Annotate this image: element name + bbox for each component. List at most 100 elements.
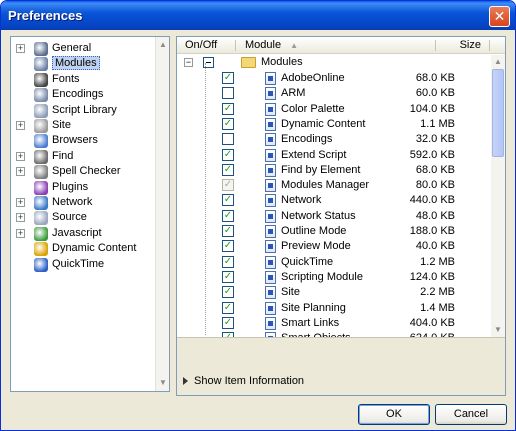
scroll-down-icon[interactable]: ▼ — [492, 324, 504, 336]
module-row[interactable]: ARM 60.0 KB — [177, 86, 491, 101]
category-label: Modules — [52, 56, 100, 71]
window-title: Preferences — [8, 8, 83, 23]
close-button[interactable]: ✕ — [489, 6, 510, 27]
module-scrollbar[interactable]: ▲ ▼ — [491, 55, 505, 337]
module-icon — [265, 87, 276, 101]
module-icon — [265, 270, 276, 284]
expand-icon[interactable]: + — [16, 167, 25, 177]
module-name: Encodings — [281, 133, 333, 146]
category-item[interactable]: + Javascript — [11, 226, 156, 242]
module-checkbox[interactable]: ✓ — [222, 209, 234, 222]
module-icon — [265, 148, 276, 162]
module-checkbox[interactable]: ✓ — [222, 163, 234, 176]
category-label: Encodings — [52, 88, 104, 101]
module-row[interactable]: ✓ Scripting Module 124.0 KB — [177, 270, 491, 285]
fonts-icon — [34, 72, 48, 87]
module-size: 124.0 KB — [409, 270, 455, 283]
module-icon — [265, 194, 276, 208]
module-row[interactable]: ✓ Network Status 48.0 KB — [177, 209, 491, 224]
scroll-down-icon[interactable]: ▼ — [157, 377, 169, 389]
module-checkbox[interactable] — [222, 87, 234, 100]
module-icon — [265, 72, 276, 85]
module-icon — [265, 209, 276, 223]
scroll-thumb[interactable] — [492, 69, 504, 157]
module-checkbox[interactable]: ✓ — [222, 194, 234, 207]
category-item[interactable]: Plugins — [11, 180, 156, 196]
column-onoff[interactable]: On/Off — [185, 39, 217, 51]
expand-icon[interactable]: + — [16, 213, 25, 223]
scroll-up-icon[interactable]: ▲ — [492, 56, 504, 68]
module-row[interactable]: ✓ Network 440.0 KB — [177, 193, 491, 208]
expand-icon[interactable]: + — [16, 228, 25, 238]
module-row[interactable]: ✓ Outline Mode 188.0 KB — [177, 224, 491, 239]
sort-ascending-icon: ▲ — [290, 41, 299, 50]
module-checkbox[interactable]: ✓ — [222, 240, 234, 253]
category-label: Site — [52, 119, 71, 131]
module-checkbox[interactable]: ✓ — [222, 117, 234, 130]
show-item-information-toggle[interactable]: Show Item Information — [183, 375, 304, 387]
module-checkbox[interactable]: ✓ — [222, 286, 234, 299]
category-item[interactable]: Encodings — [11, 87, 156, 103]
scroll-up-icon[interactable]: ▲ — [157, 39, 169, 51]
category-item[interactable]: Modules — [11, 56, 156, 72]
module-icon — [265, 240, 276, 254]
column-module[interactable]: Module ▲ — [245, 39, 298, 51]
dialog-body: + General Modules Fonts Encodings Script Libr… — [4, 30, 512, 428]
category-item[interactable]: + Site — [11, 118, 156, 134]
module-row[interactable]: ✓ Find by Element 68.0 KB — [177, 163, 491, 178]
expand-icon[interactable]: + — [16, 44, 25, 53]
category-item[interactable]: + Find — [11, 149, 156, 165]
column-size[interactable]: Size — [460, 39, 481, 51]
module-row[interactable]: ✓ Site Planning 1.4 MB — [177, 301, 491, 316]
module-name: Color Palette — [281, 102, 345, 115]
module-icon — [265, 117, 276, 131]
module-icon — [265, 301, 276, 315]
category-item[interactable]: + Network — [11, 195, 156, 211]
general-icon — [34, 42, 48, 56]
module-checkbox[interactable]: ✓ — [222, 225, 234, 237]
category-label: Plugins — [52, 180, 89, 193]
module-checkbox[interactable]: ✓ — [222, 72, 234, 84]
module-row[interactable]: ✓ Preview Mode 40.0 KB — [177, 239, 491, 254]
module-row[interactable]: ✓ Color Palette 104.0 KB — [177, 102, 491, 117]
find-icon — [34, 149, 48, 164]
module-size: 1.4 MB — [420, 301, 455, 314]
network-icon — [34, 196, 48, 210]
module-checkbox[interactable]: ✓ — [222, 148, 234, 161]
module-checkbox[interactable]: ✓ — [222, 316, 234, 329]
modules-folder-row[interactable]: − Modules — [177, 55, 491, 70]
expand-icon[interactable]: + — [16, 151, 25, 161]
category-item[interactable]: + General — [11, 41, 156, 57]
collapse-icon[interactable]: − — [184, 58, 193, 67]
column-module-label: Module — [245, 39, 282, 51]
module-row[interactable]: ✓ QuickTime 1.2 MB — [177, 255, 491, 270]
module-row[interactable]: ✓ Smart Links 404.0 KB — [177, 316, 491, 331]
category-item[interactable]: Fonts — [11, 72, 156, 88]
module-row[interactable]: ✓ Dynamic Content 1.1 MB — [177, 117, 491, 132]
category-item[interactable]: + Spell Checker — [11, 164, 156, 180]
module-size: 32.0 KB — [415, 133, 455, 146]
category-scrollbar[interactable]: ▲ ▼ — [155, 37, 169, 391]
expand-icon[interactable]: + — [16, 198, 25, 207]
module-checkbox[interactable]: ✓ — [222, 270, 234, 283]
module-checkbox[interactable] — [222, 133, 234, 146]
ok-button[interactable]: OK — [358, 404, 430, 425]
category-item[interactable]: + Source — [11, 210, 156, 226]
module-row[interactable]: Encodings 32.0 KB — [177, 132, 491, 147]
category-item[interactable]: Dynamic Content — [11, 241, 156, 257]
category-item[interactable]: Browsers — [11, 133, 156, 149]
category-item[interactable]: QuickTime — [11, 257, 156, 273]
module-row[interactable]: ✓ Extend Script 592.0 KB — [177, 148, 491, 163]
module-checkbox[interactable]: ✓ — [222, 301, 234, 314]
expand-icon[interactable]: + — [16, 121, 25, 130]
module-row[interactable]: ✓ Site 2.2 MB — [177, 285, 491, 300]
module-checkbox[interactable]: ✓ — [222, 102, 234, 115]
title-bar[interactable]: Preferences ✕ — [1, 1, 515, 30]
cancel-button[interactable]: Cancel — [435, 404, 507, 425]
module-row[interactable]: ✓ Modules Manager 80.0 KB — [177, 178, 491, 193]
module-size: 104.0 KB — [409, 102, 455, 115]
category-item[interactable]: Script Library — [11, 103, 156, 119]
module-row[interactable]: ✓ AdobeOnline 68.0 KB — [177, 71, 491, 86]
module-checkbox[interactable]: ✓ — [222, 255, 234, 268]
module-size: 80.0 KB — [415, 179, 455, 192]
